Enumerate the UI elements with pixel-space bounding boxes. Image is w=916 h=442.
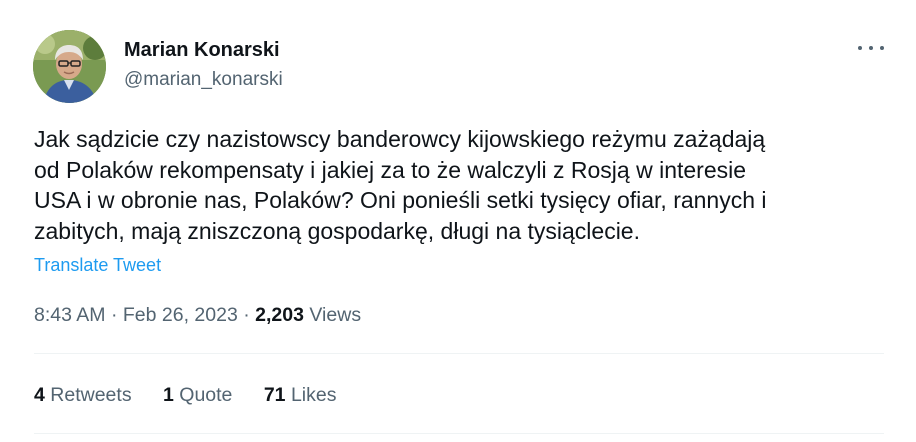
divider [34, 353, 884, 354]
tweet-date[interactable]: Feb 26, 2023 [123, 304, 238, 326]
tweet-card: Marian Konarski @marian_konarski Jak sąd… [0, 0, 916, 442]
views-count: 2,203 [255, 304, 304, 326]
likes-count: 71 [263, 384, 286, 406]
divider [34, 433, 884, 434]
engagement-stats: 4 Retweets 1 Quote 71 Likes [34, 382, 362, 408]
more-dot [880, 46, 884, 50]
likes-stat[interactable]: 71 Likes [264, 382, 337, 408]
quotes-count: 1 [163, 384, 174, 406]
tweet-meta: 8:43 AM · Feb 26, 2023 · 2,203 Views [34, 302, 361, 328]
quotes-label: Quote [179, 384, 233, 406]
tweet-time[interactable]: 8:43 AM [34, 304, 106, 326]
meta-separator: · [243, 304, 256, 326]
more-options-icon[interactable] [858, 36, 884, 60]
avatar-photo [33, 30, 106, 103]
more-dot [858, 46, 862, 50]
tweet-text: Jak sądzicie czy nazistowscy banderowcy … [34, 126, 767, 244]
retweets-count: 4 [34, 384, 45, 406]
translate-tweet-link[interactable]: Translate Tweet [34, 253, 161, 277]
author-name[interactable]: Marian Konarski [124, 38, 280, 62]
author-handle[interactable]: @marian_konarski [124, 68, 283, 92]
more-dot [869, 46, 873, 50]
views-label: Views [309, 304, 362, 326]
quotes-stat[interactable]: 1 Quote [163, 382, 232, 408]
retweets-stat[interactable]: 4 Retweets [34, 382, 132, 408]
meta-separator: · [110, 304, 123, 326]
retweets-label: Retweets [50, 384, 132, 406]
likes-label: Likes [290, 384, 337, 406]
avatar[interactable] [33, 30, 106, 103]
